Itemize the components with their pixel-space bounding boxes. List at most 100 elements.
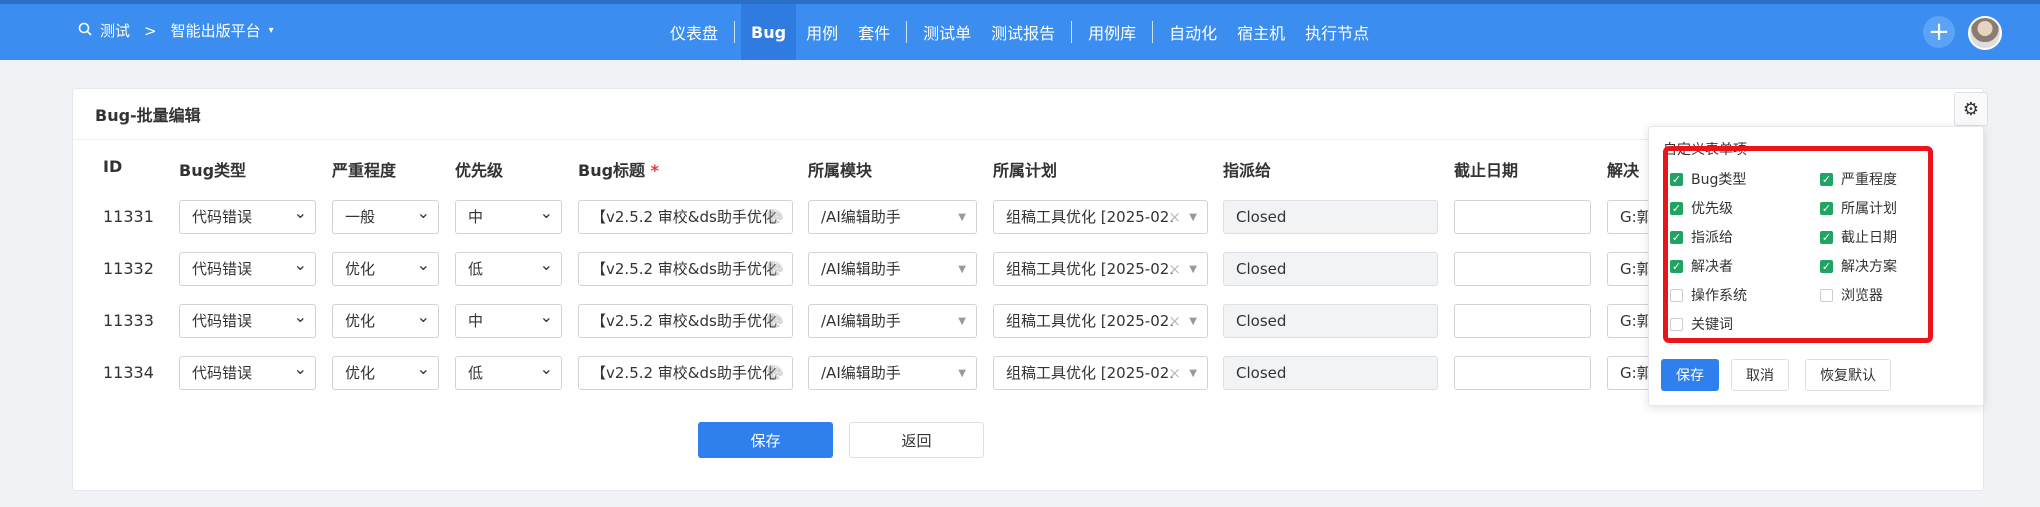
- col-header-type: Bug类型: [179, 161, 247, 180]
- checkbox-checked-icon[interactable]: ✓: [1670, 201, 1683, 215]
- deadline-input[interactable]: [1454, 200, 1591, 234]
- cell-plan[interactable]: 组稿工具优化 [2025-02. × ▼: [993, 252, 1208, 286]
- breadcrumb-product[interactable]: 智能出版平台: [171, 20, 261, 41]
- cell-severity[interactable]: 一般 ⌄: [332, 200, 439, 234]
- plus-icon[interactable]: +: [1923, 16, 1955, 48]
- field-checkbox[interactable]: ✓ 截止日期: [1820, 227, 1897, 247]
- cell-assigned[interactable]: Closed: [1223, 304, 1438, 338]
- nav-automation[interactable]: 自动化: [1159, 4, 1227, 60]
- chevron-down-icon[interactable]: ▾: [269, 25, 274, 36]
- cell-priority[interactable]: 低 ⌄: [455, 252, 562, 286]
- field-checkbox[interactable]: ✓ 严重程度: [1820, 169, 1897, 189]
- checkbox-checked-icon[interactable]: ✓: [1820, 259, 1833, 273]
- field-checkbox[interactable]: 关键词: [1670, 314, 1733, 334]
- cell-priority[interactable]: 中 ⌄: [455, 200, 562, 234]
- cell-value: G:郭: [1620, 312, 1652, 330]
- nav-suite[interactable]: 套件: [848, 4, 900, 60]
- cell-title[interactable]: 【v2.5.2 审校&ds助手优化 🎨: [578, 200, 793, 234]
- clear-icon[interactable]: ×: [1168, 253, 1181, 285]
- field-checkbox[interactable]: ✓ 所属计划: [1820, 198, 1897, 218]
- cell-type[interactable]: 代码错误 ⌄: [179, 304, 316, 338]
- clear-icon[interactable]: ×: [1168, 305, 1181, 337]
- cell-module[interactable]: /AI编辑助手 ▼: [808, 304, 977, 338]
- cell-severity[interactable]: 优化 ⌄: [332, 252, 439, 286]
- popover-save-button[interactable]: 保存: [1661, 359, 1719, 391]
- nav-caselib[interactable]: 用例库: [1078, 4, 1146, 60]
- field-checkbox[interactable]: ✓ 解决方案: [1820, 256, 1897, 276]
- search-icon[interactable]: [78, 22, 92, 40]
- cell-module[interactable]: /AI编辑助手 ▼: [808, 200, 977, 234]
- field-checkbox[interactable]: ✓ Bug类型: [1670, 169, 1746, 189]
- cell-module[interactable]: /AI编辑助手 ▼: [808, 356, 977, 390]
- cell-value: 优化: [345, 312, 376, 330]
- cell-value: 优化: [345, 260, 376, 278]
- cell-type[interactable]: 代码错误 ⌄: [179, 252, 316, 286]
- nav-exec-node[interactable]: 执行节点: [1295, 4, 1379, 60]
- field-checkbox[interactable]: ✓ 解决者: [1670, 256, 1733, 276]
- nav-divider: [734, 21, 736, 43]
- field-checkbox-label: 截止日期: [1841, 230, 1897, 246]
- checkbox-checked-icon[interactable]: ✓: [1670, 259, 1683, 273]
- cell-plan[interactable]: 组稿工具优化 [2025-02. × ▼: [993, 356, 1208, 390]
- nav-testcase[interactable]: 用例: [796, 4, 848, 60]
- caret-down-icon: ▼: [958, 316, 966, 327]
- cell-title[interactable]: 【v2.5.2 审校&ds助手优化 🎨: [578, 356, 793, 390]
- cell-plan[interactable]: 组稿工具优化 [2025-02. × ▼: [993, 304, 1208, 338]
- palette-icon: 🎨: [766, 365, 784, 381]
- cell-type[interactable]: 代码错误 ⌄: [179, 356, 316, 390]
- breadcrumb-project[interactable]: 测试: [100, 20, 130, 41]
- cell-value: 组稿工具优化 [2025-02.: [1006, 260, 1175, 278]
- gear-icon[interactable]: ⚙: [1954, 92, 1988, 126]
- nav-testtask[interactable]: 测试单: [913, 4, 981, 60]
- caret-down-icon: ▼: [1189, 264, 1197, 275]
- cell-title[interactable]: 【v2.5.2 审校&ds助手优化 🎨: [578, 252, 793, 286]
- cell-value: 代码错误: [192, 208, 253, 226]
- cell-priority[interactable]: 低 ⌄: [455, 356, 562, 390]
- deadline-input[interactable]: [1454, 252, 1591, 286]
- checkbox-checked-icon[interactable]: ✓: [1820, 172, 1833, 186]
- cell-priority[interactable]: 中 ⌄: [455, 304, 562, 338]
- checkbox-checked-icon[interactable]: ✓: [1820, 230, 1833, 244]
- save-button[interactable]: 保存: [698, 422, 833, 458]
- checkbox-checked-icon[interactable]: ✓: [1670, 172, 1683, 186]
- checkbox-unchecked-icon[interactable]: [1670, 317, 1683, 331]
- field-checkbox[interactable]: 操作系统: [1670, 285, 1747, 305]
- avatar[interactable]: [1968, 16, 2002, 50]
- popover-reset-button[interactable]: 恢复默认: [1805, 359, 1891, 391]
- clear-icon[interactable]: ×: [1168, 201, 1181, 233]
- nav-host[interactable]: 宿主机: [1227, 4, 1295, 60]
- cell-type[interactable]: 代码错误 ⌄: [179, 200, 316, 234]
- checkbox-unchecked-icon[interactable]: [1670, 288, 1683, 302]
- top-navbar: 测试 > 智能出版平台 ▾ 仪表盘 Bug 用例 套件 测试单 测试报告 用例库…: [0, 0, 2040, 60]
- field-checkbox[interactable]: ✓ 优先级: [1670, 198, 1733, 218]
- cell-value: 组稿工具优化 [2025-02.: [1006, 208, 1175, 226]
- checkbox-checked-icon[interactable]: ✓: [1670, 230, 1683, 244]
- cell-severity[interactable]: 优化 ⌄: [332, 304, 439, 338]
- popover-title: 自定义表单项: [1663, 142, 1747, 158]
- col-header-title-text: Bug标题: [578, 161, 646, 180]
- cell-value: 代码错误: [192, 260, 253, 278]
- checkbox-unchecked-icon[interactable]: [1820, 288, 1833, 302]
- cell-value: 组稿工具优化 [2025-02.: [1006, 312, 1175, 330]
- cell-title[interactable]: 【v2.5.2 审校&ds助手优化 🎨: [578, 304, 793, 338]
- field-checkbox[interactable]: ✓ 指派给: [1670, 227, 1733, 247]
- cell-assigned[interactable]: Closed: [1223, 356, 1438, 390]
- cell-assigned[interactable]: Closed: [1223, 252, 1438, 286]
- nav-testreport[interactable]: 测试报告: [981, 4, 1065, 60]
- field-checkbox[interactable]: 浏览器: [1820, 285, 1883, 305]
- checkbox-checked-icon[interactable]: ✓: [1820, 201, 1833, 215]
- deadline-input[interactable]: [1454, 304, 1591, 338]
- cell-assigned[interactable]: Closed: [1223, 200, 1438, 234]
- nav-dashboard[interactable]: 仪表盘: [660, 4, 728, 60]
- cell-plan[interactable]: 组稿工具优化 [2025-02. × ▼: [993, 200, 1208, 234]
- back-button[interactable]: 返回: [849, 422, 984, 458]
- deadline-input[interactable]: [1454, 356, 1591, 390]
- cell-value: 【v2.5.2 审校&ds助手优化: [591, 364, 777, 382]
- nav-bug[interactable]: Bug: [741, 4, 797, 60]
- cell-id: 11332: [103, 259, 154, 278]
- cell-severity[interactable]: 优化 ⌄: [332, 356, 439, 390]
- clear-icon[interactable]: ×: [1168, 357, 1181, 389]
- nav-divider: [1152, 21, 1154, 43]
- popover-cancel-button[interactable]: 取消: [1731, 359, 1789, 391]
- cell-module[interactable]: /AI编辑助手 ▼: [808, 252, 977, 286]
